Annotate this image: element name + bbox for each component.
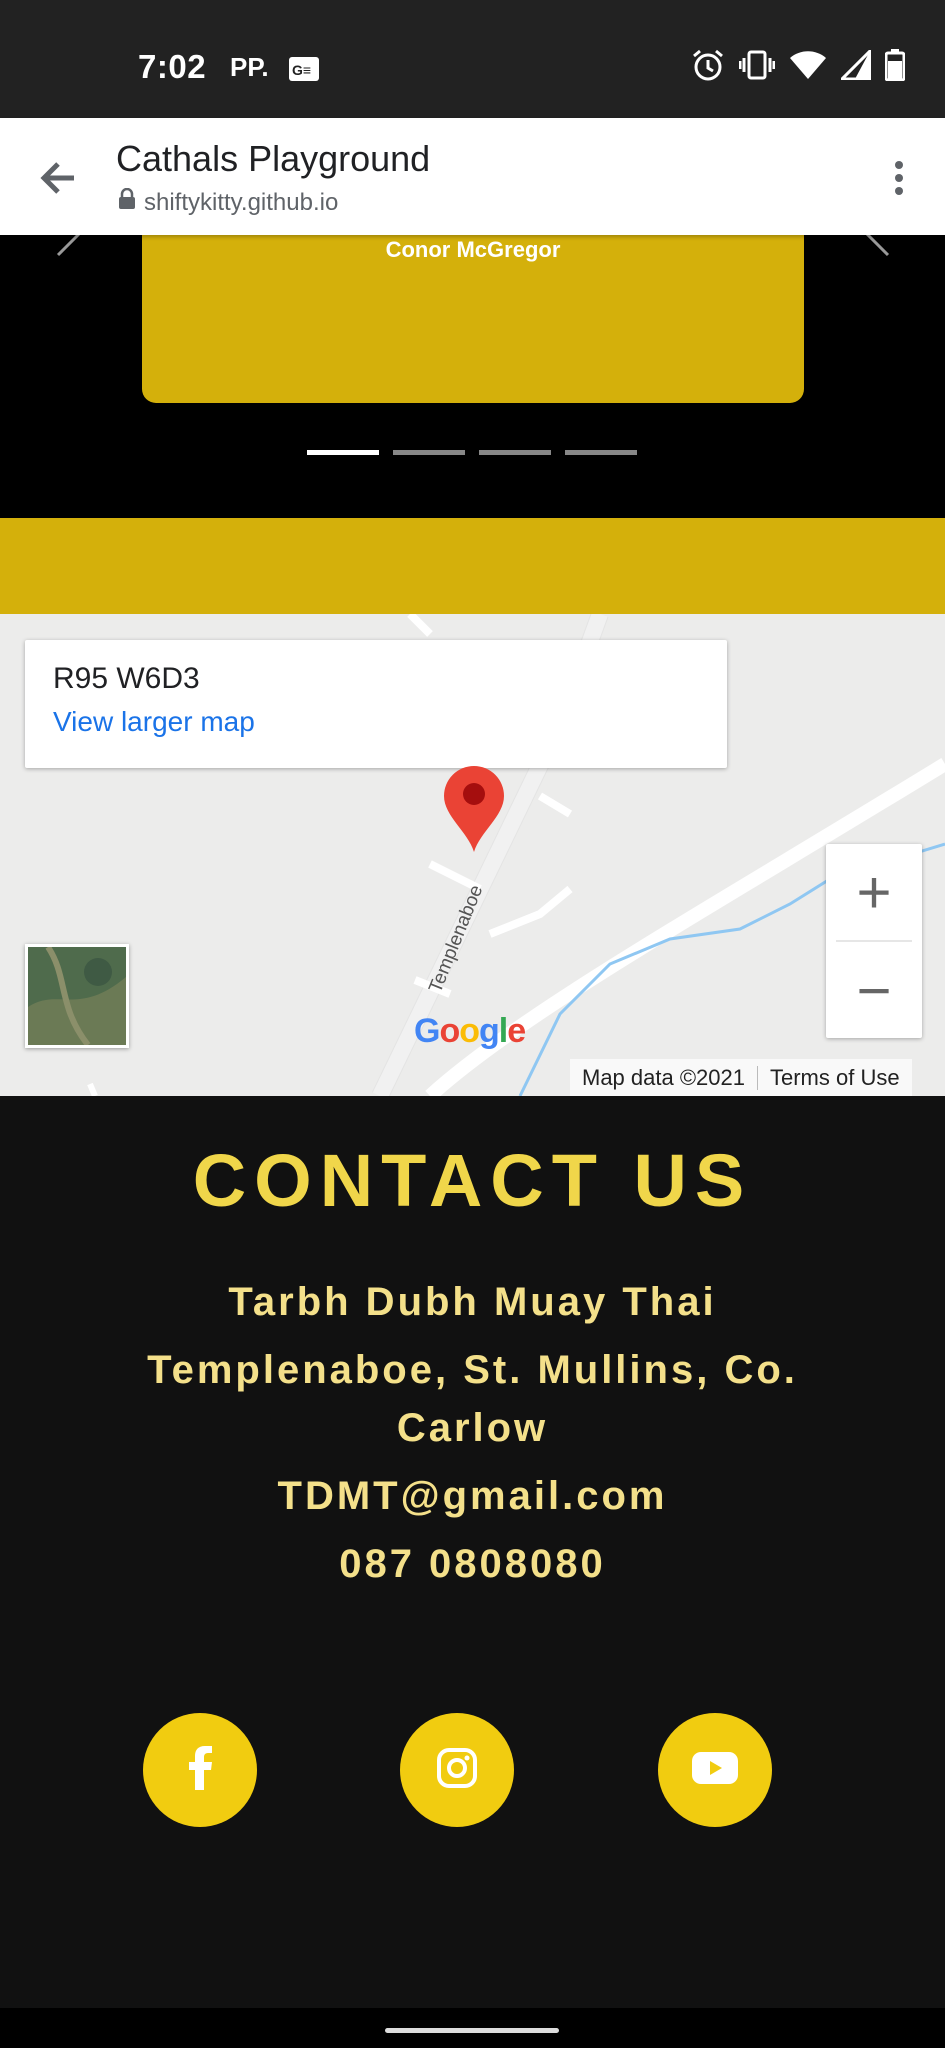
business-name: Tarbh Dubh Muay Thai — [228, 1280, 717, 1324]
yellow-divider-band — [0, 518, 945, 614]
youtube-icon — [692, 1751, 738, 1789]
carousel-card[interactable]: Conor McGregor — [142, 235, 804, 403]
battery-icon — [884, 49, 906, 86]
page-title: Cathals Playground — [116, 138, 431, 179]
carousel-indicator[interactable] — [307, 450, 379, 455]
map-place-code: R95 W6D3 — [53, 662, 200, 695]
youtube-button[interactable] — [658, 1713, 772, 1827]
signal-icon — [838, 47, 872, 85]
map-pin-icon[interactable] — [442, 766, 506, 861]
carrier-label: PP. — [230, 52, 269, 82]
address-line-2: Carlow — [396, 1406, 549, 1450]
home-gesture-handle[interactable] — [385, 2028, 559, 2033]
map-data-text: Map data ©2021 — [582, 1064, 745, 1090]
carousel-indicators — [307, 450, 637, 455]
road-label: Templenaboe — [425, 882, 487, 996]
url-display[interactable]: shiftykitty.github.io — [118, 187, 339, 217]
instagram-button[interactable] — [400, 1713, 514, 1827]
system-icons — [691, 47, 906, 87]
carousel-card-label: Conor McGregor — [385, 237, 561, 262]
zoom-in-button[interactable]: + — [826, 844, 922, 940]
google-logo: Google — [414, 1012, 526, 1050]
vibrate-icon — [738, 50, 776, 85]
contact-section: CONTACT US Tarbh Dubh Muay Thai Templena… — [0, 1096, 945, 2008]
contact-email[interactable]: TDMT@gmail.com — [0, 1474, 945, 1519]
url-text: shiftykitty.github.io — [144, 188, 339, 216]
embedded-map[interactable]: Templenaboe R95 W6D3 View larger map + −… — [0, 614, 945, 1096]
zoom-out-button[interactable]: − — [826, 942, 922, 1038]
contact-phone[interactable]: 087 0808080 — [0, 1542, 945, 1587]
alarm-icon — [691, 48, 725, 87]
browser-toolbar: Cathals Playground shiftykitty.github.io — [0, 118, 945, 235]
status-time: 7:02 — [138, 48, 207, 85]
instagram-icon — [437, 1747, 477, 1793]
more-options-icon[interactable] — [879, 148, 919, 208]
facebook-icon — [185, 1745, 215, 1795]
carousel-indicator[interactable] — [479, 450, 551, 455]
system-nav-bar — [0, 2008, 945, 2048]
lock-icon — [118, 187, 136, 217]
carousel: Conor McGregor — [0, 225, 945, 518]
facebook-button[interactable] — [143, 1713, 257, 1827]
map-zoom-controls: + − — [826, 844, 922, 1038]
svg-text:G≡: G≡ — [292, 62, 311, 78]
carousel-indicator[interactable] — [393, 450, 465, 455]
wifi-icon — [789, 50, 827, 85]
map-attribution: Map data ©2021 Terms of Use — [570, 1059, 912, 1096]
contact-heading: CONTACT US — [192, 1139, 753, 1222]
carousel-indicator[interactable] — [565, 450, 637, 455]
terms-of-use-link[interactable]: Terms of Use — [758, 1065, 912, 1091]
satellite-view-toggle[interactable] — [25, 944, 129, 1048]
address-line-1: Templenaboe, St. Mullins, Co. — [147, 1348, 798, 1392]
map-info-card: R95 W6D3 View larger map — [25, 640, 727, 768]
news-icon: G≡ — [288, 56, 320, 87]
status-bar: 7:02 PP. G≡ — [0, 0, 945, 118]
back-arrow-icon[interactable] — [30, 148, 90, 208]
view-larger-map-link[interactable]: View larger map — [53, 706, 255, 738]
